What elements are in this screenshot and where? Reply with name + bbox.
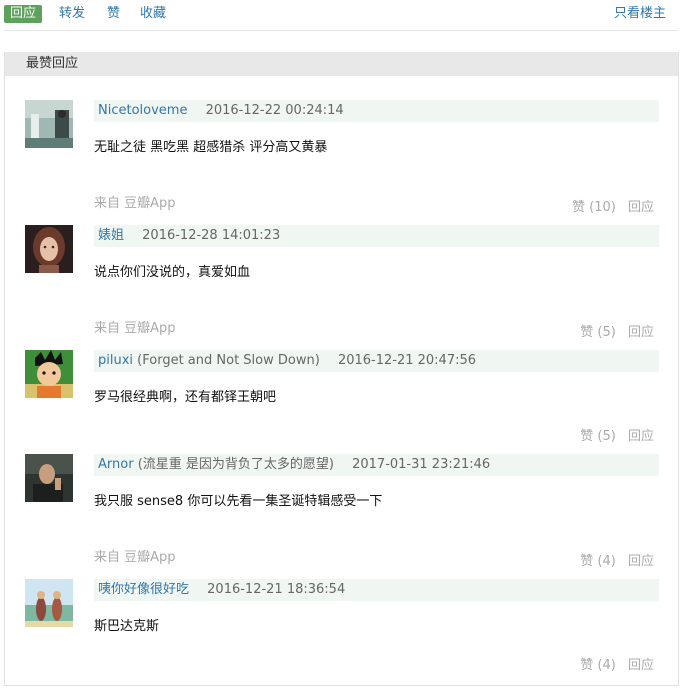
like-button[interactable]: 赞 (4): [580, 554, 616, 569]
like-button[interactable]: 赞 (10): [572, 200, 616, 215]
reply-link[interactable]: 回应: [628, 658, 654, 673]
comment-actions: 赞 (5) 回应: [580, 428, 654, 446]
reply-link[interactable]: 回应: [628, 200, 654, 215]
user-note: (流星重 是因为背负了太多的愿望): [137, 457, 334, 472]
comment-meta: Arnor (流星重 是因为背负了太多的愿望) 2017-01-31 23:21…: [94, 454, 659, 476]
like-button[interactable]: 赞 (4): [580, 658, 616, 673]
reply-link[interactable]: 回应: [628, 325, 654, 340]
username-link[interactable]: 咦你好像很好吃: [98, 582, 189, 597]
collect-link[interactable]: 收藏: [140, 5, 166, 23]
comment-text: 说点你们没说的，真爱如血: [94, 265, 251, 280]
comment-actions: 赞 (10) 回应: [572, 199, 654, 217]
reply-link[interactable]: 回应: [628, 429, 654, 444]
like-button[interactable]: 赞 (5): [580, 325, 616, 340]
avatar[interactable]: [25, 100, 73, 148]
reply-link[interactable]: 回应: [628, 554, 654, 569]
username-link[interactable]: Nicetoloveme: [98, 103, 187, 118]
comment-actions: 赞 (4) 回应: [580, 657, 654, 675]
avatar[interactable]: [25, 454, 73, 502]
comment-actions: 赞 (5) 回应: [580, 324, 654, 342]
comment-meta: 咦你好像很好吃 2016-12-21 18:36:54: [94, 579, 659, 601]
avatar[interactable]: [25, 350, 73, 398]
timestamp: 2016-12-21 20:47:56: [337, 353, 477, 368]
comment-text: 我只服 sense8 你可以先看一集圣诞特辑感受一下: [94, 494, 383, 509]
user-note: (Forget and Not Slow Down): [137, 353, 320, 368]
comment-actions: 赞 (4) 回应: [580, 553, 654, 571]
op-only-link[interactable]: 只看楼主: [614, 5, 666, 23]
like-link[interactable]: 赞: [107, 5, 120, 23]
comment-meta: piluxi (Forget and Not Slow Down) 2016-1…: [94, 350, 659, 372]
comment-meta: 婊姐 2016-12-28 14:01:23: [94, 225, 659, 247]
comment-text: 罗马很经典啊，还有都铎王朝吧: [94, 390, 277, 405]
comment-meta: Nicetoloveme 2016-12-22 00:24:14: [94, 100, 659, 122]
top-comments-panel: 最赞回应 Nicetoloveme 2016-12-22 00:24:14 无耻…: [4, 52, 679, 686]
source-label: 来自 豆瓣App: [94, 196, 176, 211]
username-link[interactable]: Arnor: [98, 457, 134, 472]
timestamp: 2016-12-22 00:24:14: [205, 103, 344, 118]
action-bar: 回应 转发 赞 收藏 只看楼主: [0, 0, 682, 31]
username-link[interactable]: 婊姐: [98, 228, 124, 243]
source-label: 来自 豆瓣App: [94, 321, 176, 336]
reply-button[interactable]: 回应: [4, 5, 43, 23]
avatar[interactable]: [25, 579, 73, 627]
avatar[interactable]: [25, 225, 73, 273]
divider: [4, 30, 678, 31]
repost-link[interactable]: 转发: [59, 5, 85, 23]
source-label: 来自 豆瓣App: [94, 550, 176, 565]
timestamp: 2016-12-21 18:36:54: [207, 582, 346, 597]
username-link[interactable]: piluxi: [98, 353, 133, 368]
comment-text: 斯巴达克斯: [94, 619, 160, 634]
section-title: 最赞回应: [5, 52, 678, 76]
timestamp: 2017-01-31 23:21:46: [352, 457, 491, 472]
comment-text: 无耻之徒 黑吃黑 超感猎杀 评分高又黄暴: [94, 140, 328, 155]
like-button[interactable]: 赞 (5): [580, 429, 616, 444]
timestamp: 2016-12-28 14:01:23: [142, 228, 281, 243]
